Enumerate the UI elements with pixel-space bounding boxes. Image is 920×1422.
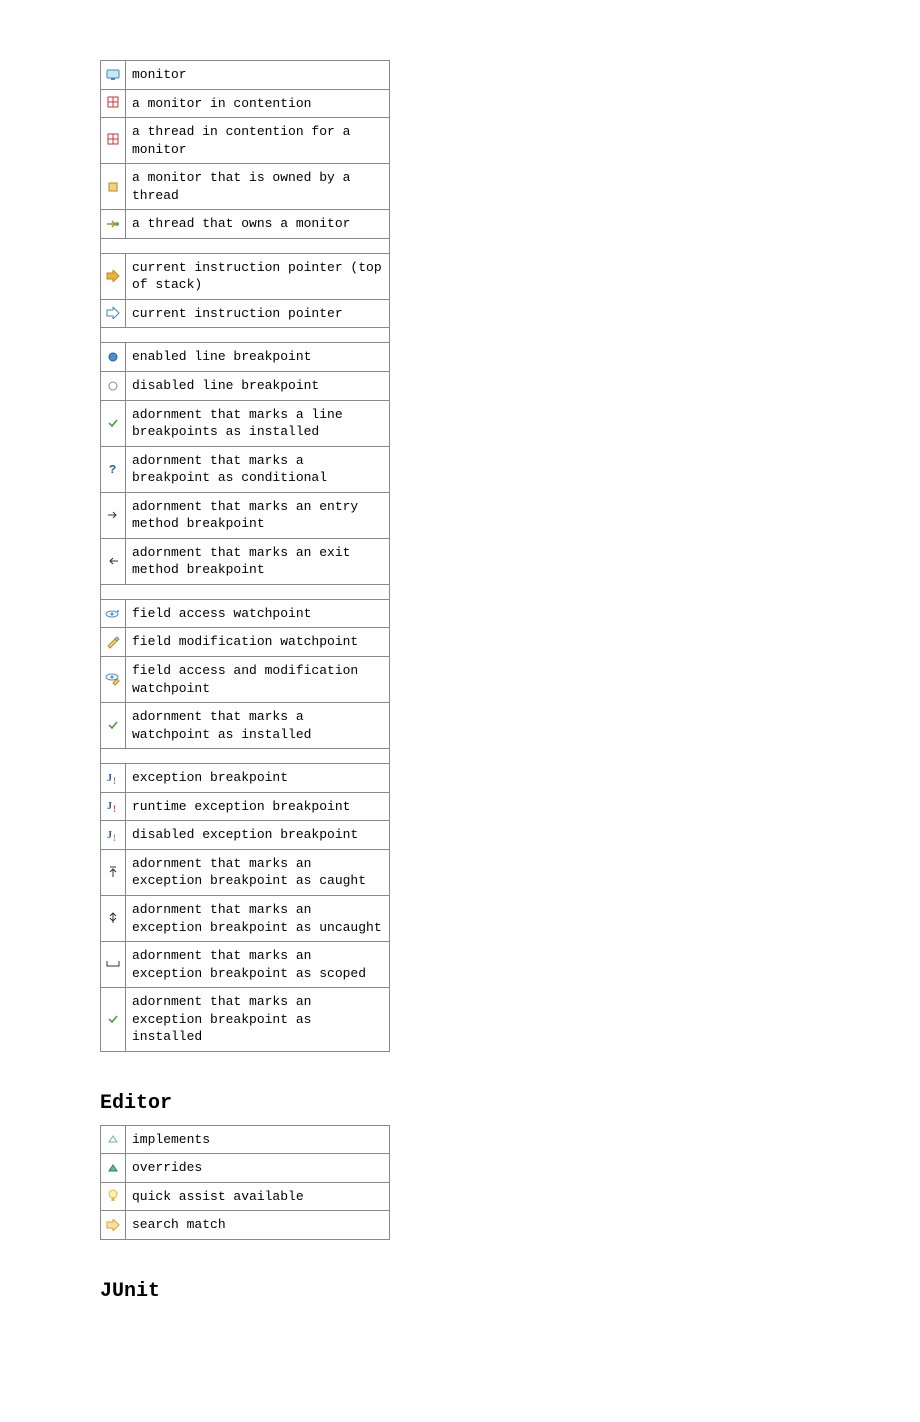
debug-legend-table: monitora monitor in contentiona thread i…: [100, 60, 390, 1052]
watch-access-icon: [101, 599, 126, 628]
debug_table.rows-row: adornment that marks an exception breakp…: [101, 895, 390, 941]
adorn-entry-icon: [101, 492, 126, 538]
watch-both-icon: [101, 657, 126, 703]
debug_table.rows-spacer: [101, 238, 390, 253]
debug_table.rows-label: adornment that marks an exception breakp…: [126, 988, 390, 1052]
bp-enabled-icon: [101, 343, 126, 372]
editor_table.rows-label: search match: [126, 1211, 390, 1240]
debug_table.rows-row: J!exception breakpoint: [101, 764, 390, 793]
debug_table.rows-row: field modification watchpoint: [101, 628, 390, 657]
exc-bp-disabled-icon: J!: [101, 821, 126, 850]
debug_table.rows-label: current instruction pointer (top of stac…: [126, 253, 390, 299]
debug_table.rows-label: exception breakpoint: [126, 764, 390, 793]
debug_table.rows-row: J!disabled exception breakpoint: [101, 821, 390, 850]
junit-heading: JUnit: [100, 1280, 820, 1303]
debug_table.rows-row: adornment that marks an exit method brea…: [101, 538, 390, 584]
editor_table.rows-row: quick assist available: [101, 1182, 390, 1211]
implements-icon: [101, 1125, 126, 1154]
debug_table.rows-row: monitor: [101, 61, 390, 90]
adorn-watch-installed-icon: [101, 703, 126, 749]
debug_table.rows-label: field access watchpoint: [126, 599, 390, 628]
debug_table.rows-row: adornment that marks an exception breakp…: [101, 849, 390, 895]
ip-icon: [101, 299, 126, 328]
monitor-owned-icon: [101, 164, 126, 210]
debug_table.rows-spacer: [101, 749, 390, 764]
debug_table.rows-row: adornment that marks an exception breakp…: [101, 942, 390, 988]
debug_table.rows-label: a monitor that is owned by a thread: [126, 164, 390, 210]
svg-text:!: !: [113, 776, 116, 785]
debug_table.rows-label: adornment that marks an exit method brea…: [126, 538, 390, 584]
debug_table.rows-label: adornment that marks a breakpoint as con…: [126, 446, 390, 492]
adorn-installed-icon: [101, 400, 126, 446]
editor_table.rows-row: search match: [101, 1211, 390, 1240]
searchmatch-icon: [101, 1211, 126, 1240]
thread-owns-icon: [101, 210, 126, 239]
debug_table.rows-label: a monitor in contention: [126, 89, 390, 118]
debug_table.rows-row: field access and modification watchpoint: [101, 657, 390, 703]
debug_table.rows-label: disabled line breakpoint: [126, 372, 390, 401]
debug_table.rows-label: current instruction pointer: [126, 299, 390, 328]
debug_table.rows-label: adornment that marks an exception breakp…: [126, 849, 390, 895]
debug_table.rows-row: field access watchpoint: [101, 599, 390, 628]
debug_table.rows-label: adornment that marks an entry method bre…: [126, 492, 390, 538]
svg-text:?: ?: [109, 463, 116, 475]
debug_table.rows-row: ? adornment that marks a breakpoint as co…: [101, 446, 390, 492]
debug_table.rows-spacer: [101, 584, 390, 599]
debug_table.rows-row: current instruction pointer (top of stac…: [101, 253, 390, 299]
adorn-conditional-icon: ?: [101, 446, 126, 492]
debug_table.rows-label: adornment that marks an exception breakp…: [126, 942, 390, 988]
svg-text:!: !: [113, 833, 116, 842]
editor_table.rows-label: quick assist available: [126, 1182, 390, 1211]
thread-contention-icon: [101, 118, 126, 164]
debug_table.rows-row: a monitor in contention: [101, 89, 390, 118]
debug_table.rows-row: a thread in contention for a monitor: [101, 118, 390, 164]
debug_table.rows-row: a thread that owns a monitor: [101, 210, 390, 239]
svg-text:!: !: [113, 804, 116, 813]
watch-modify-icon: [101, 628, 126, 657]
debug_table.rows-label: a thread that owns a monitor: [126, 210, 390, 239]
exc-bp-icon: J!: [101, 764, 126, 793]
debug_table.rows-label: adornment that marks a watchpoint as ins…: [126, 703, 390, 749]
editor_table.rows-row: implements: [101, 1125, 390, 1154]
debug_table.rows-row: adornment that marks an exception breakp…: [101, 988, 390, 1052]
debug_table.rows-row: J!runtime exception breakpoint: [101, 792, 390, 821]
adorn-scoped-icon: [101, 942, 126, 988]
svg-text:J: J: [107, 801, 112, 812]
debug_table.rows-label: a thread in contention for a monitor: [126, 118, 390, 164]
adorn-uncaught-icon: [101, 895, 126, 941]
editor_table.rows-label: implements: [126, 1125, 390, 1154]
debug_table.rows-label: field access and modification watchpoint: [126, 657, 390, 703]
debug_table.rows-row: current instruction pointer: [101, 299, 390, 328]
debug_table.rows-row: disabled line breakpoint: [101, 372, 390, 401]
adorn-exit-icon: [101, 538, 126, 584]
svg-text:J: J: [107, 830, 112, 841]
adorn-exc-installed-icon: [101, 988, 126, 1052]
editor-heading: Editor: [100, 1092, 820, 1115]
debug_table.rows-row: enabled line breakpoint: [101, 343, 390, 372]
debug_table.rows-label: monitor: [126, 61, 390, 90]
bp-disabled-icon: [101, 372, 126, 401]
debug_table.rows-row: adornment that marks an entry method bre…: [101, 492, 390, 538]
debug_table.rows-spacer: [101, 328, 390, 343]
debug_table.rows-row: adornment that marks a watchpoint as ins…: [101, 703, 390, 749]
debug_table.rows-label: enabled line breakpoint: [126, 343, 390, 372]
editor_table.rows-label: overrides: [126, 1154, 390, 1183]
editor_table.rows-row: overrides: [101, 1154, 390, 1183]
exc-bp-runtime-icon: J!: [101, 792, 126, 821]
debug_table.rows-row: a monitor that is owned by a thread: [101, 164, 390, 210]
debug_table.rows-label: adornment that marks an exception breakp…: [126, 895, 390, 941]
monitor-icon: [101, 61, 126, 90]
monitor-contention-icon: [101, 89, 126, 118]
svg-text:J: J: [107, 773, 112, 784]
adorn-caught-icon: [101, 849, 126, 895]
debug_table.rows-row: adornment that marks a line breakpoints …: [101, 400, 390, 446]
editor-legend-table: implementsoverridesquick assist availabl…: [100, 1125, 390, 1240]
quickassist-icon: [101, 1182, 126, 1211]
debug_table.rows-label: field modification watchpoint: [126, 628, 390, 657]
debug_table.rows-label: disabled exception breakpoint: [126, 821, 390, 850]
debug_table.rows-label: adornment that marks a line breakpoints …: [126, 400, 390, 446]
overrides-icon: [101, 1154, 126, 1183]
ip-top-icon: [101, 253, 126, 299]
debug_table.rows-label: runtime exception breakpoint: [126, 792, 390, 821]
